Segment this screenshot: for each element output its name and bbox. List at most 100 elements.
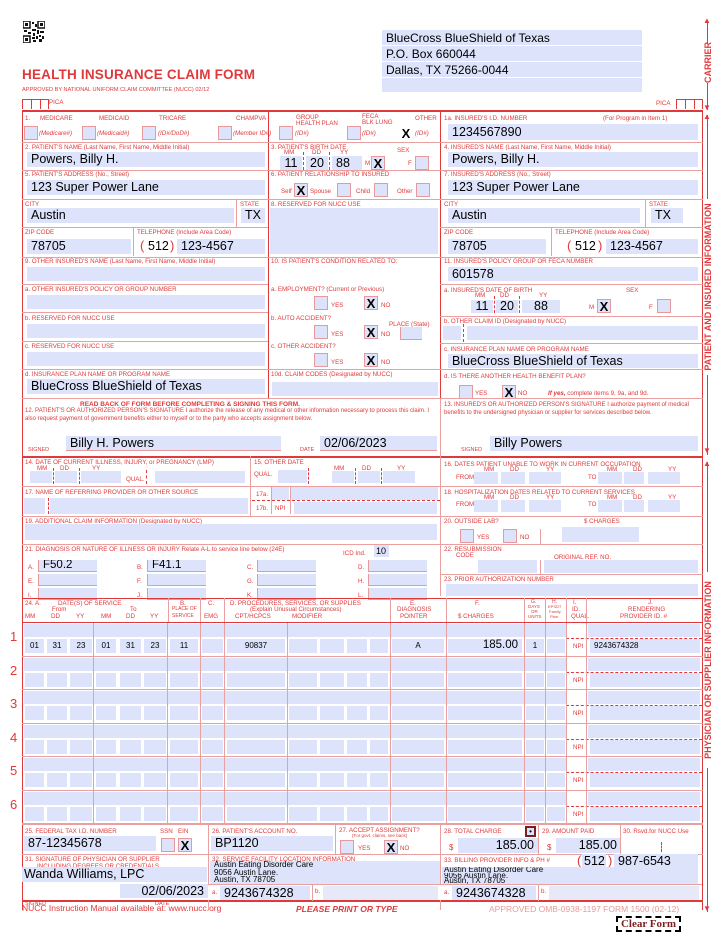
line-to-yy-input[interactable]: 23 — [144, 639, 166, 653]
line-mod3-input[interactable] — [347, 739, 367, 754]
line-from-mm-input[interactable]: 01 — [25, 639, 44, 653]
unable-to-yy-input[interactable] — [648, 472, 680, 484]
line-charges-input[interactable] — [448, 806, 522, 821]
patient-area-code-input[interactable]: 512 — [146, 239, 170, 254]
diagnosis-f-input[interactable] — [147, 574, 206, 586]
line-from-mm-input[interactable] — [25, 739, 44, 754]
line-emg-input[interactable] — [202, 806, 223, 821]
accept-assignment-no-checkbox[interactable]: X — [384, 840, 398, 854]
line-to-dd-input[interactable] — [120, 806, 141, 821]
referring-provider-input[interactable] — [50, 498, 248, 514]
line-mod1-input[interactable] — [289, 773, 317, 787]
facility-npi-input[interactable]: 9243674328 — [220, 886, 310, 900]
line-cpt-input[interactable] — [227, 806, 285, 821]
line-units-input[interactable] — [526, 706, 544, 720]
diagnosis-c-input[interactable] — [257, 560, 316, 572]
total-charge-input[interactable]: 185.00 — [458, 838, 538, 853]
insured-sex-female-checkbox[interactable] — [657, 299, 671, 313]
provider-qual-other-input[interactable] — [588, 724, 700, 738]
line-cpt-input[interactable] — [227, 672, 285, 687]
patient-phone-input[interactable]: 123-4567 — [177, 239, 265, 254]
line-mod1-input[interactable] — [289, 706, 317, 720]
patient-address-input[interactable]: 123 Super Power Lane — [27, 180, 265, 195]
insured-city-input[interactable]: Austin — [448, 208, 640, 223]
line-pos-input[interactable]: 11 — [170, 639, 198, 653]
line-to-mm-input[interactable] — [96, 773, 116, 787]
line-mod2-input[interactable] — [320, 672, 344, 687]
facility-other-id-input[interactable] — [323, 886, 438, 900]
other-claim-qual-input[interactable] — [443, 326, 461, 340]
line-to-yy-input[interactable] — [144, 739, 166, 754]
line-mod4-input[interactable] — [370, 739, 388, 754]
tricare-checkbox[interactable] — [142, 126, 156, 140]
line-from-dd-input[interactable]: 31 — [47, 639, 67, 653]
line-to-mm-input[interactable] — [96, 739, 116, 754]
relationship-spouse-checkbox[interactable] — [337, 183, 351, 197]
line-from-dd-input[interactable] — [47, 806, 67, 821]
line-to-yy-input[interactable] — [144, 773, 166, 787]
line-epsdt-input[interactable] — [547, 639, 565, 653]
line-from-yy-input[interactable] — [70, 672, 92, 687]
line-charges-input[interactable] — [448, 706, 522, 720]
line-mod4-input[interactable] — [370, 773, 388, 787]
insured-sex-male-checkbox[interactable]: X — [597, 299, 611, 313]
line-epsdt-input[interactable] — [547, 672, 565, 687]
insured-phone-input[interactable]: 123-4567 — [606, 239, 698, 254]
line-mod1-input[interactable] — [289, 672, 317, 687]
line-charges-input[interactable] — [448, 773, 522, 787]
diagnosis-a-input[interactable]: F50.2 — [38, 560, 97, 572]
feca-checkbox[interactable] — [347, 126, 361, 140]
physician-signature-date-input[interactable]: 02/06/2023 — [120, 884, 208, 898]
line-mod4-input[interactable] — [370, 706, 388, 720]
patient-zip-input[interactable]: 78705 — [27, 239, 131, 254]
billing-phone-input[interactable]: 987-6543 — [614, 854, 698, 868]
patient-name-input[interactable]: Powers, Billy H. — [27, 152, 265, 167]
facility-line-3-input[interactable]: Austin, TX 78705 — [210, 876, 440, 884]
line-pos-input[interactable] — [170, 773, 198, 787]
supplemental-info-input[interactable] — [24, 691, 566, 704]
additional-claim-info-input[interactable] — [25, 524, 437, 540]
accept-assignment-yes-checkbox[interactable] — [340, 840, 354, 854]
other-insurance-plan-input[interactable]: BlueCross BlueShield of Texas — [27, 379, 265, 394]
carrier-line-1[interactable]: BlueCross BlueShield of Texas — [382, 30, 642, 45]
ein-checkbox[interactable]: X — [178, 838, 192, 852]
line-to-yy-input[interactable] — [144, 672, 166, 687]
line-to-dd-input[interactable] — [120, 773, 141, 787]
line-pos-input[interactable] — [170, 672, 198, 687]
line-mod1-input[interactable] — [289, 739, 317, 754]
line-mod3-input[interactable] — [347, 706, 367, 720]
unable-from-yy-input[interactable] — [529, 472, 561, 484]
line-to-dd-input[interactable] — [120, 739, 141, 754]
line-epsdt-input[interactable] — [547, 773, 565, 787]
supplemental-info-input[interactable] — [24, 791, 566, 805]
patient-sex-male-checkbox[interactable]: X — [371, 156, 385, 170]
provider-qual-other-input[interactable] — [588, 791, 700, 805]
insured-name-input[interactable]: Powers, Billy H. — [448, 152, 698, 167]
birth-yy-input[interactable]: 88 — [332, 156, 362, 170]
physician-signature-input[interactable]: Wanda Williams, LPC — [22, 867, 207, 882]
relationship-other-checkbox[interactable] — [416, 183, 430, 197]
line-cpt-input[interactable] — [227, 739, 285, 754]
line-to-mm-input[interactable] — [96, 672, 116, 687]
line-epsdt-input[interactable] — [547, 739, 565, 754]
line-mod2-input[interactable] — [320, 806, 344, 821]
federal-tax-id-input[interactable]: 87-12345678 — [24, 836, 156, 851]
line-from-mm-input[interactable] — [25, 773, 44, 787]
other-insured-policy-input[interactable] — [27, 295, 265, 309]
hosp-from-dd-input[interactable] — [501, 500, 525, 512]
rendering-provider-npi-input[interactable] — [590, 706, 700, 720]
illness-qual-input[interactable] — [155, 471, 245, 483]
group-health-checkbox[interactable] — [279, 126, 293, 140]
line-from-mm-input[interactable] — [25, 806, 44, 821]
line-mod1-input[interactable] — [289, 639, 317, 653]
line-to-mm-input[interactable] — [96, 806, 116, 821]
patient-city-input[interactable]: Austin — [27, 208, 234, 223]
clear-form-button[interactable]: Clear Form — [616, 916, 681, 932]
referring-qual-input[interactable] — [24, 498, 45, 514]
line-to-mm-input[interactable]: 01 — [96, 639, 116, 653]
champva-checkbox[interactable] — [218, 126, 232, 140]
line-from-yy-input[interactable] — [70, 706, 92, 720]
line-pos-input[interactable] — [170, 706, 198, 720]
line-epsdt-input[interactable] — [547, 706, 565, 720]
line-mod2-input[interactable] — [320, 639, 344, 653]
